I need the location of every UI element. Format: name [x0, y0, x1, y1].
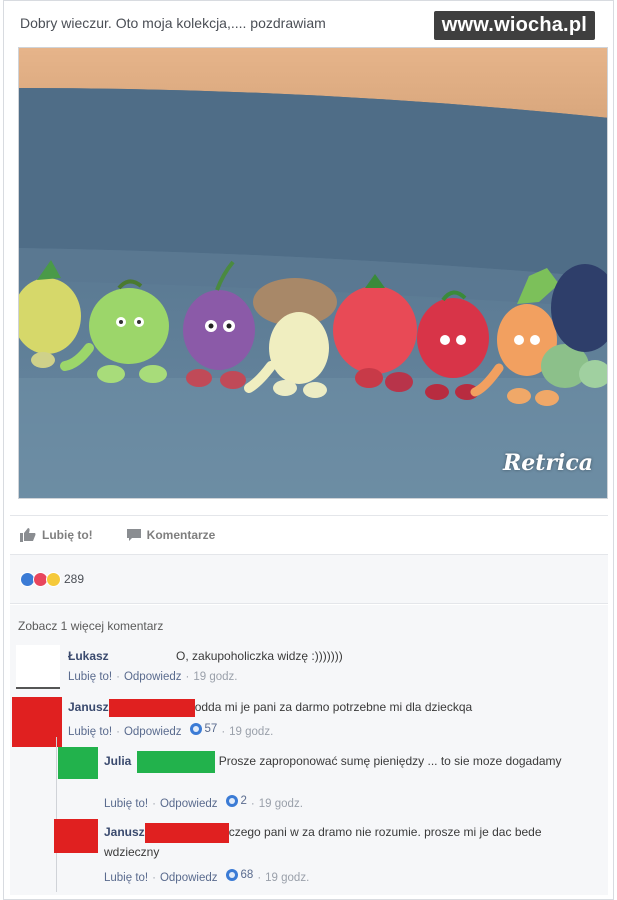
post-text: Dobry wieczur. Oto moja kolekcja,.... po… — [20, 15, 326, 31]
wow-icon — [46, 571, 61, 587]
comment-meta: Lubię to! · Odpowiedz 2 · 19 godz. — [104, 795, 303, 810]
comment-button[interactable]: Komentarze — [126, 527, 216, 542]
comment-like-count[interactable]: 2 — [225, 795, 247, 807]
comment-timestamp[interactable]: 19 godz. — [193, 671, 237, 683]
comment-meta: Lubię to! · Odpowiedz · 19 godz. — [68, 671, 238, 683]
comment-item: Łukasz O, zakupoholiczka widzę :))))))) — [68, 649, 598, 663]
comment-like-count[interactable]: 57 — [189, 723, 217, 735]
like-count-icon — [225, 795, 238, 807]
name-redaction-box — [144, 823, 229, 843]
comment-reply-link[interactable]: Odpowiedz — [124, 726, 182, 738]
comment-reply-link[interactable]: Odpowiedz — [160, 798, 218, 810]
like-count-icon — [189, 723, 202, 735]
comment-like-link[interactable]: Lubię to! — [104, 798, 148, 810]
comment-bubble-icon — [126, 528, 141, 541]
comment-text: Prosze zaproponować sumę pieniędzy ... t… — [218, 754, 562, 769]
like-button-label: Lubię to! — [42, 527, 93, 542]
comment-reply-link[interactable]: Odpowiedz — [160, 872, 218, 884]
comment-author[interactable]: Julia — [104, 754, 131, 768]
comment-meta: Lubię to! · Odpowiedz 68 · 19 godz. — [104, 869, 310, 884]
comment-like-link[interactable]: Lubię to! — [68, 726, 112, 738]
thumbs-up-icon — [20, 527, 36, 542]
post-action-bar: Lubię to! Komentarze — [10, 515, 608, 553]
avatar[interactable] — [16, 645, 60, 689]
comments-section: Zobacz 1 więcej komentarz Łukasz O, zaku… — [10, 605, 608, 895]
avatar-redacted[interactable] — [54, 819, 98, 853]
comment-reply-link[interactable]: Odpowiedz — [124, 671, 182, 683]
facebook-post-card: Dobry wieczur. Oto moja kolekcja,.... po… — [3, 0, 614, 900]
reaction-count: 289 — [64, 572, 85, 586]
name-redaction-box — [137, 751, 216, 773]
plush-toys-image — [19, 48, 607, 498]
like-count-icon — [225, 869, 238, 881]
like-button[interactable]: Lubię to! — [20, 527, 93, 542]
comment-button-label: Komentarze — [146, 527, 216, 542]
comment-text: odda mi je pani za darmo potrzebne mi dl… — [194, 700, 473, 715]
avatar-redacted[interactable] — [58, 747, 98, 779]
reaction-icons — [20, 571, 61, 587]
comment-item: Janusz odda mi je pani za darmo potrzebne… — [68, 699, 598, 717]
name-redaction-box — [108, 699, 195, 717]
comment-text: O, zakupoholiczka widzę :))))))) — [176, 649, 343, 663]
comment-like-link[interactable]: Lubię to! — [68, 671, 112, 683]
comment-like-link[interactable]: Lubię to! — [104, 872, 148, 884]
avatar-redacted[interactable] — [12, 697, 62, 747]
retrica-logo: Retrica — [502, 450, 593, 476]
comment-author[interactable]: Janusz — [68, 700, 109, 714]
comment-author[interactable]: Janusz — [104, 825, 145, 839]
comment-timestamp[interactable]: 19 godz. — [265, 872, 309, 884]
comment-like-count[interactable]: 68 — [225, 869, 253, 881]
post-photo[interactable]: Retrica — [18, 47, 608, 499]
reply-item: Julia Prosze zaproponować sumę pieniędzy… — [104, 751, 594, 773]
comment-timestamp[interactable]: 19 godz. — [229, 726, 273, 738]
comment-meta: Lubię to! · Odpowiedz 57 · 19 godz. — [68, 723, 274, 738]
comment-timestamp[interactable]: 19 godz. — [259, 798, 303, 810]
see-more-comments-link[interactable]: Zobacz 1 więcej komentarz — [18, 619, 163, 633]
reply-item: Janusz czego pani w za dramo nie rozumie.… — [104, 823, 594, 861]
comment-author[interactable]: Łukasz — [68, 649, 109, 663]
site-watermark: www.wiocha.pl — [433, 11, 595, 40]
reactions-summary[interactable]: 289 — [10, 554, 608, 604]
reply-thread-line — [56, 737, 57, 892]
